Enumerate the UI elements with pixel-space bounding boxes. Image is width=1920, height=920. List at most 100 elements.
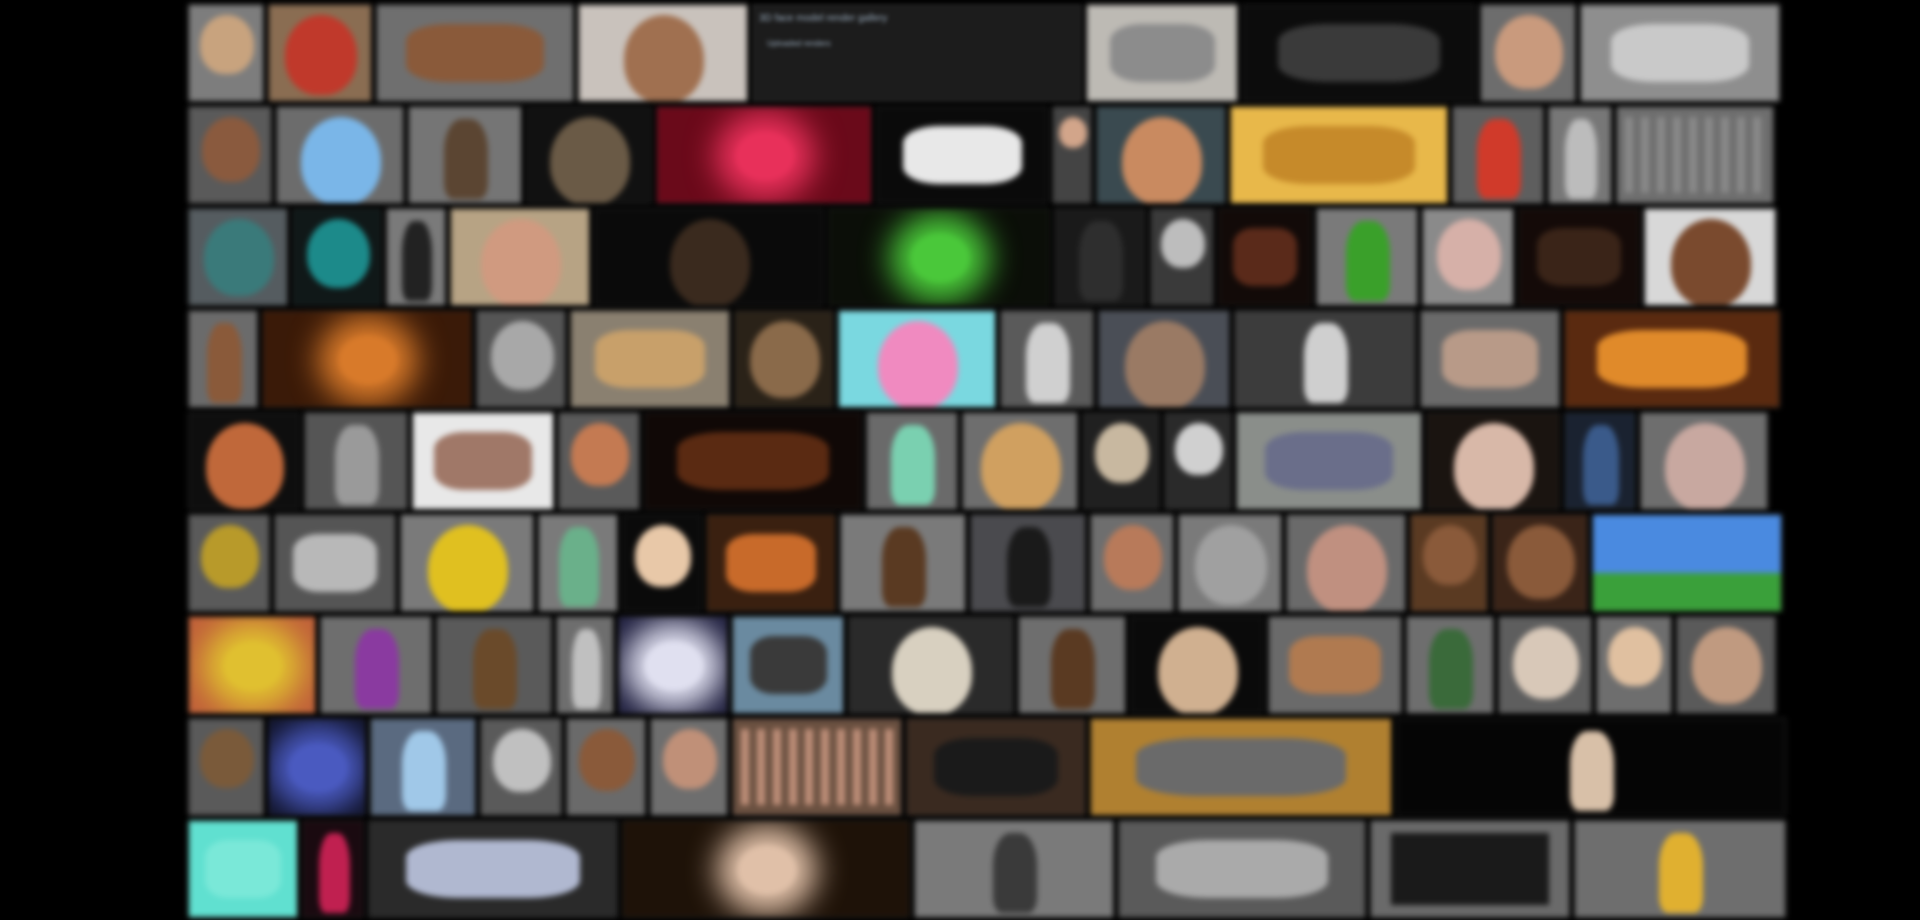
gallery-thumbnail[interactable] bbox=[1286, 514, 1406, 612]
gallery-thumbnail[interactable] bbox=[1054, 208, 1146, 306]
gallery-thumbnail[interactable] bbox=[436, 616, 552, 714]
gallery-thumbnail[interactable] bbox=[866, 412, 958, 510]
gallery-thumbnail[interactable] bbox=[1518, 208, 1640, 306]
gallery-thumbnail[interactable] bbox=[274, 514, 396, 612]
gallery-thumbnail[interactable] bbox=[1644, 208, 1776, 306]
gallery-thumbnail[interactable] bbox=[734, 310, 834, 408]
gallery-thumbnail[interactable] bbox=[526, 106, 652, 204]
gallery-thumbnail[interactable] bbox=[1150, 208, 1214, 306]
gallery-thumbnail[interactable] bbox=[1492, 514, 1588, 612]
gallery-thumbnail[interactable] bbox=[558, 412, 640, 510]
gallery-thumbnail[interactable] bbox=[618, 616, 728, 714]
gallery-thumbnail[interactable] bbox=[188, 616, 316, 714]
gallery-thumbnail[interactable] bbox=[732, 616, 844, 714]
gallery-thumbnail[interactable] bbox=[914, 820, 1114, 918]
gallery-thumbnail[interactable]: 3D face model render gallery Uploaded ren… bbox=[752, 4, 1082, 102]
gallery-thumbnail[interactable] bbox=[276, 106, 404, 204]
gallery-thumbnail[interactable] bbox=[1242, 4, 1476, 102]
gallery-thumbnail[interactable] bbox=[412, 412, 554, 510]
gallery-thumbnail[interactable] bbox=[1596, 616, 1672, 714]
gallery-thumbnail[interactable] bbox=[408, 106, 522, 204]
gallery-thumbnail[interactable] bbox=[368, 820, 618, 918]
gallery-thumbnail[interactable] bbox=[906, 718, 1086, 816]
gallery-thumbnail[interactable] bbox=[1268, 616, 1402, 714]
gallery-thumbnail[interactable] bbox=[1676, 616, 1776, 714]
gallery-thumbnail[interactable] bbox=[1452, 106, 1544, 204]
gallery-thumbnail[interactable] bbox=[386, 208, 446, 306]
gallery-thumbnail[interactable] bbox=[268, 718, 366, 816]
gallery-thumbnail[interactable] bbox=[1018, 616, 1126, 714]
gallery-thumbnail[interactable] bbox=[476, 310, 566, 408]
gallery-thumbnail[interactable] bbox=[1370, 820, 1570, 918]
gallery-thumbnail[interactable] bbox=[320, 616, 432, 714]
gallery-thumbnail[interactable] bbox=[644, 412, 862, 510]
gallery-thumbnail[interactable] bbox=[1178, 514, 1282, 612]
gallery-thumbnail[interactable] bbox=[1098, 310, 1230, 408]
gallery-thumbnail[interactable] bbox=[1574, 820, 1786, 918]
gallery-thumbnail[interactable] bbox=[1096, 106, 1226, 204]
gallery-thumbnail[interactable] bbox=[622, 820, 910, 918]
gallery-thumbnail[interactable] bbox=[838, 310, 996, 408]
gallery-thumbnail[interactable] bbox=[706, 514, 836, 612]
gallery-thumbnail[interactable] bbox=[292, 208, 382, 306]
gallery-thumbnail[interactable] bbox=[1230, 106, 1448, 204]
gallery-thumbnail[interactable] bbox=[188, 106, 272, 204]
gallery-thumbnail[interactable] bbox=[450, 208, 590, 306]
gallery-thumbnail[interactable] bbox=[1316, 208, 1418, 306]
gallery-thumbnail[interactable] bbox=[622, 514, 702, 612]
gallery-thumbnail[interactable] bbox=[1548, 106, 1612, 204]
gallery-thumbnail[interactable] bbox=[1592, 514, 1782, 612]
gallery-thumbnail[interactable] bbox=[1118, 820, 1366, 918]
gallery-thumbnail[interactable] bbox=[570, 310, 730, 408]
gallery-thumbnail[interactable] bbox=[1420, 310, 1560, 408]
gallery-thumbnail[interactable] bbox=[188, 514, 270, 612]
gallery-thumbnail[interactable] bbox=[262, 310, 472, 408]
gallery-thumbnail[interactable] bbox=[188, 412, 300, 510]
gallery-thumbnail[interactable] bbox=[1082, 412, 1160, 510]
gallery-thumbnail[interactable] bbox=[970, 514, 1086, 612]
gallery-thumbnail[interactable] bbox=[1480, 4, 1576, 102]
gallery-thumbnail[interactable] bbox=[594, 208, 824, 306]
gallery-thumbnail[interactable] bbox=[656, 106, 872, 204]
gallery-thumbnail[interactable] bbox=[1052, 106, 1092, 204]
gallery-thumbnail[interactable] bbox=[1130, 616, 1264, 714]
gallery-thumbnail[interactable] bbox=[188, 820, 298, 918]
gallery-thumbnail[interactable] bbox=[578, 4, 748, 102]
gallery-thumbnail[interactable] bbox=[370, 718, 476, 816]
gallery-thumbnail[interactable] bbox=[828, 208, 1050, 306]
gallery-thumbnail[interactable] bbox=[400, 514, 534, 612]
gallery-thumbnail[interactable] bbox=[1406, 616, 1494, 714]
gallery-thumbnail[interactable] bbox=[1640, 412, 1768, 510]
gallery-thumbnail[interactable] bbox=[480, 718, 562, 816]
gallery-thumbnail[interactable] bbox=[376, 4, 574, 102]
gallery-thumbnail[interactable] bbox=[1090, 514, 1174, 612]
gallery-thumbnail[interactable] bbox=[1164, 412, 1232, 510]
gallery-thumbnail[interactable] bbox=[1422, 208, 1514, 306]
gallery-thumbnail[interactable] bbox=[566, 718, 646, 816]
gallery-thumbnail[interactable] bbox=[1498, 616, 1592, 714]
gallery-thumbnail[interactable] bbox=[1090, 718, 1392, 816]
gallery-thumbnail[interactable] bbox=[1580, 4, 1780, 102]
gallery-thumbnail[interactable] bbox=[1000, 310, 1094, 408]
gallery-thumbnail[interactable] bbox=[732, 718, 902, 816]
gallery-thumbnail[interactable] bbox=[848, 616, 1014, 714]
gallery-thumbnail[interactable] bbox=[302, 820, 364, 918]
gallery-thumbnail[interactable] bbox=[1426, 412, 1560, 510]
gallery-thumbnail[interactable] bbox=[556, 616, 614, 714]
gallery-thumbnail[interactable] bbox=[1616, 106, 1774, 204]
gallery-thumbnail[interactable] bbox=[1234, 310, 1416, 408]
gallery-thumbnail[interactable] bbox=[840, 514, 966, 612]
gallery-thumbnail[interactable] bbox=[188, 4, 264, 102]
gallery-thumbnail[interactable] bbox=[650, 718, 728, 816]
gallery-thumbnail[interactable] bbox=[538, 514, 618, 612]
gallery-thumbnail[interactable] bbox=[1564, 412, 1636, 510]
gallery-thumbnail[interactable] bbox=[304, 412, 408, 510]
gallery-thumbnail[interactable] bbox=[268, 4, 372, 102]
gallery-thumbnail[interactable] bbox=[188, 310, 258, 408]
gallery-thumbnail[interactable] bbox=[1564, 310, 1780, 408]
gallery-thumbnail[interactable] bbox=[876, 106, 1048, 204]
gallery-thumbnail[interactable] bbox=[1236, 412, 1422, 510]
gallery-thumbnail[interactable] bbox=[1410, 514, 1488, 612]
gallery-thumbnail[interactable] bbox=[1396, 718, 1786, 816]
gallery-thumbnail[interactable] bbox=[1086, 4, 1238, 102]
